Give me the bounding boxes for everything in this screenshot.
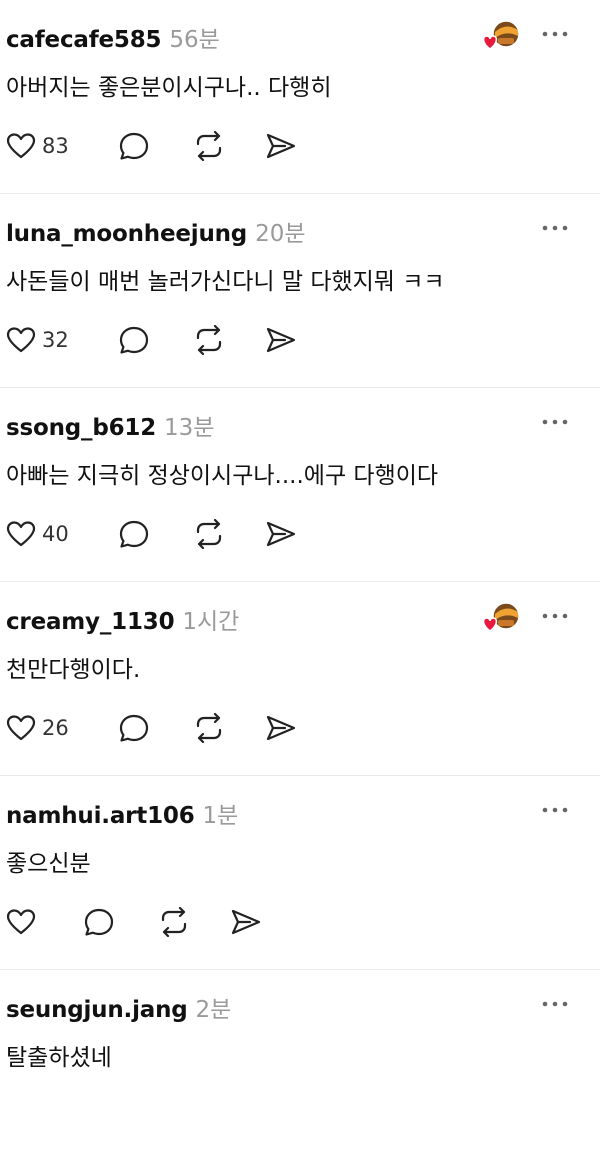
comment-text: 천만다행이다.: [6, 657, 141, 683]
comment-text: 좋으신분: [6, 851, 91, 877]
more-options-button[interactable]: [540, 24, 570, 44]
username-link[interactable]: ssong_b612: [6, 415, 156, 441]
comment-text: 아빠는 지극히 정상이시구나....에구 다행이다: [6, 463, 439, 489]
heart-outline-icon: [6, 909, 36, 935]
speech-bubble-icon: [119, 714, 149, 742]
like-button[interactable]: [6, 902, 83, 942]
send-arrow-icon: [266, 715, 296, 741]
like-count: 32: [42, 328, 69, 352]
like-count: 26: [42, 716, 69, 740]
timestamp: 13분: [164, 415, 215, 441]
reply-button[interactable]: [118, 514, 193, 554]
share-button[interactable]: [265, 126, 297, 166]
more-options-button[interactable]: [540, 800, 570, 820]
more-options-button[interactable]: [540, 606, 570, 626]
reply-button[interactable]: [118, 708, 193, 748]
comment-item: luna_moonheejung 20분 사돈들이 매번 놀러가신다니 말 다했…: [0, 194, 600, 388]
timestamp: 1시간: [182, 609, 240, 635]
liked-by-author-avatar-icon: [480, 18, 522, 54]
repost-arrows-icon: [196, 519, 222, 549]
send-arrow-icon: [266, 327, 296, 353]
share-button[interactable]: [230, 902, 262, 942]
more-options-button[interactable]: [540, 412, 570, 432]
comment-header: cafecafe585 56분: [6, 20, 220, 54]
comment-item: ssong_b612 13분 아빠는 지극히 정상이시구나....에구 다행이다…: [0, 388, 600, 582]
username-link[interactable]: creamy_1130: [6, 609, 175, 635]
send-arrow-icon: [231, 909, 261, 935]
repost-arrows-icon: [196, 713, 222, 743]
comment-text: 탈출하셨네: [6, 1045, 112, 1071]
username-link[interactable]: cafecafe585: [6, 27, 162, 53]
reply-button[interactable]: [83, 902, 158, 942]
more-dots-icon: [542, 613, 568, 619]
comment-item: cafecafe585 56분 아버지는 좋은분이시구나.. 다행히 83: [0, 0, 600, 194]
like-count: 40: [42, 522, 69, 546]
comment-header: seungjun.jang 2분: [6, 990, 231, 1024]
comment-text: 사돈들이 매번 놀러가신다니 말 다했지뭐 ㅋㅋ: [6, 269, 445, 295]
comment-feed: cafecafe585 56분 아버지는 좋은분이시구나.. 다행히 83 lu…: [0, 0, 600, 1164]
reply-button[interactable]: [118, 126, 193, 166]
timestamp: 20분: [255, 221, 306, 247]
repost-arrows-icon: [196, 325, 222, 355]
repost-button[interactable]: [193, 514, 265, 554]
more-dots-icon: [542, 807, 568, 813]
comment-item: namhui.art106 1분 좋으신분: [0, 776, 600, 970]
comment-actions: 26: [6, 708, 297, 748]
repost-button[interactable]: [193, 708, 265, 748]
timestamp: 56분: [169, 27, 220, 53]
send-arrow-icon: [266, 521, 296, 547]
speech-bubble-icon: [119, 132, 149, 160]
like-count: 83: [42, 134, 69, 158]
heart-outline-icon: [6, 327, 36, 353]
like-button[interactable]: 40: [6, 514, 118, 554]
share-button[interactable]: [265, 320, 297, 360]
more-options-button[interactable]: [540, 994, 570, 1014]
like-button[interactable]: 83: [6, 126, 118, 166]
more-dots-icon: [542, 419, 568, 425]
comment-header: ssong_b612 13분: [6, 408, 214, 442]
heart-outline-icon: [6, 715, 36, 741]
comment-header: namhui.art106 1분: [6, 796, 238, 830]
heart-outline-icon: [6, 133, 36, 159]
like-button[interactable]: 32: [6, 320, 118, 360]
repost-button[interactable]: [158, 902, 230, 942]
comment-text: 아버지는 좋은분이시구나.. 다행히: [6, 75, 332, 101]
more-dots-icon: [542, 1001, 568, 1007]
speech-bubble-icon: [119, 326, 149, 354]
speech-bubble-icon: [84, 908, 114, 936]
repost-arrows-icon: [196, 131, 222, 161]
repost-button[interactable]: [193, 126, 265, 166]
comment-actions: [6, 902, 262, 942]
username-link[interactable]: namhui.art106: [6, 803, 195, 829]
comment-item: seungjun.jang 2분 탈출하셨네: [0, 970, 600, 1164]
speech-bubble-icon: [119, 520, 149, 548]
comment-actions: 40: [6, 514, 297, 554]
like-button[interactable]: 26: [6, 708, 118, 748]
username-link[interactable]: luna_moonheejung: [6, 221, 247, 247]
share-button[interactable]: [265, 514, 297, 554]
more-dots-icon: [542, 31, 568, 37]
more-dots-icon: [542, 225, 568, 231]
username-link[interactable]: seungjun.jang: [6, 997, 188, 1023]
timestamp: 1분: [202, 803, 239, 829]
comment-header: creamy_1130 1시간: [6, 602, 239, 636]
heart-outline-icon: [6, 521, 36, 547]
timestamp: 2분: [195, 997, 232, 1023]
repost-arrows-icon: [161, 907, 187, 937]
comment-actions: 32: [6, 320, 297, 360]
comment-header: luna_moonheejung 20분: [6, 214, 306, 248]
send-arrow-icon: [266, 133, 296, 159]
more-options-button[interactable]: [540, 218, 570, 238]
liked-by-author-avatar-icon: [480, 600, 522, 636]
comment-actions: 83: [6, 126, 297, 166]
share-button[interactable]: [265, 708, 297, 748]
comment-item: creamy_1130 1시간 천만다행이다. 26: [0, 582, 600, 776]
repost-button[interactable]: [193, 320, 265, 360]
reply-button[interactable]: [118, 320, 193, 360]
